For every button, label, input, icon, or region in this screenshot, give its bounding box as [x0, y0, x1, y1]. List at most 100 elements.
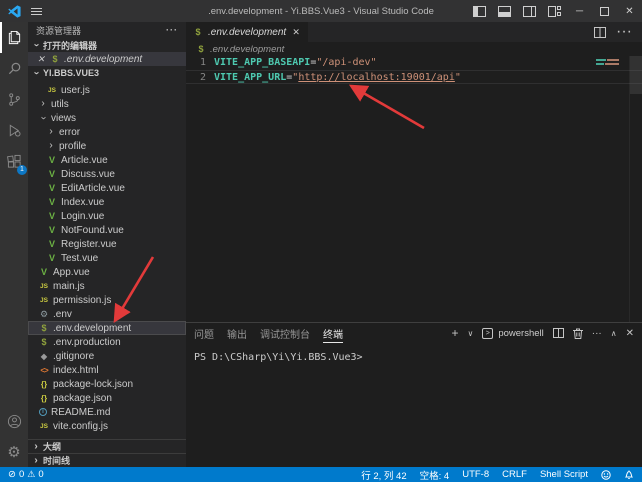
- title-bar: .env.development - Yi.BBS.Vue3 - Visual …: [0, 0, 642, 22]
- maximize-panel-icon[interactable]: ∧: [611, 329, 617, 338]
- code-line-2: 2 VITE_APP_URL="http://localhost:19001/a…: [186, 70, 642, 84]
- language-mode[interactable]: Shell Script: [540, 469, 588, 480]
- tab-debug-console[interactable]: 调试控制台: [260, 323, 310, 343]
- braces-file-icon: {}: [39, 380, 49, 389]
- chevron-down-icon: ›: [31, 69, 41, 77]
- powershell-icon: >: [482, 328, 493, 339]
- split-editor-icon[interactable]: [594, 27, 606, 38]
- toggle-secondary-sidebar-icon[interactable]: [517, 0, 542, 22]
- tree-item-views[interactable]: › views: [28, 111, 186, 125]
- minimap[interactable]: [596, 59, 626, 67]
- outline-section-header[interactable]: › 大纲: [28, 439, 186, 453]
- tree-item-index.html[interactable]: <> index.html: [28, 363, 186, 377]
- open-editor-item[interactable]: ✕ $ .env.development: [28, 52, 186, 66]
- tree-item-Article.vue[interactable]: V Article.vue: [28, 153, 186, 167]
- tree-item-EditArticle.vue[interactable]: V EditArticle.vue: [28, 181, 186, 195]
- feedback-icon[interactable]: [601, 470, 611, 480]
- tree-item-user.js[interactable]: JS user.js: [28, 83, 186, 97]
- menu-icon[interactable]: [31, 7, 42, 16]
- split-terminal-icon[interactable]: [553, 328, 564, 338]
- project-section-header[interactable]: › YI.BBS.VUE3: [28, 66, 186, 80]
- tree-item-vite.config.js[interactable]: JS vite.config.js: [28, 419, 186, 433]
- encoding[interactable]: UTF-8: [462, 469, 489, 480]
- close-panel-icon[interactable]: ✕: [626, 328, 634, 339]
- tree-item-Index.vue[interactable]: V Index.vue: [28, 195, 186, 209]
- tree-item-App.vue[interactable]: V App.vue: [28, 265, 186, 279]
- tree-item-profile[interactable]: › profile: [28, 139, 186, 153]
- status-bar: ⊘0 ⚠0 行 2, 列 42 空格: 4 UTF-8 CRLF Shell S…: [0, 467, 642, 482]
- minimize-button[interactable]: ─: [567, 0, 592, 22]
- breadcrumb[interactable]: $ .env.development: [186, 42, 642, 56]
- extensions-icon[interactable]: 1: [0, 146, 28, 177]
- editor-area: $ .env.development ✕ ··· $ .env.developm…: [186, 22, 642, 467]
- kill-terminal-icon[interactable]: [573, 328, 583, 339]
- tab-env-development[interactable]: $ .env.development ✕: [186, 22, 309, 42]
- notifications-bell-icon[interactable]: [624, 469, 634, 480]
- tree-item-package.json[interactable]: {} package.json: [28, 391, 186, 405]
- tree-item-permission.js[interactable]: JS permission.js: [28, 293, 186, 307]
- tree-item-package-lock.json[interactable]: {} package-lock.json: [28, 377, 186, 391]
- close-icon[interactable]: ✕: [36, 54, 46, 65]
- tab-output[interactable]: 输出: [227, 323, 247, 343]
- timeline-section-header[interactable]: › 时间线: [28, 453, 186, 467]
- source-control-icon[interactable]: [0, 84, 28, 115]
- js-file-icon: JS: [39, 283, 49, 290]
- chevron-right-icon: ›: [47, 141, 55, 151]
- editor-scrollbar[interactable]: [629, 56, 642, 322]
- vue-file-icon: V: [47, 197, 57, 207]
- terminal-dropdown-icon[interactable]: ∨: [467, 329, 473, 338]
- code-editor[interactable]: 1 VITE_APP_BASEAPI="/api-dev" 2 VITE_APP…: [186, 56, 642, 322]
- editor-more-actions-icon[interactable]: ···: [616, 23, 632, 41]
- tab-terminal[interactable]: 终端: [323, 323, 343, 343]
- tree-item-main.js[interactable]: JS main.js: [28, 279, 186, 293]
- explorer-more-actions-icon[interactable]: ···: [166, 25, 178, 35]
- customize-layout-icon[interactable]: [542, 0, 567, 22]
- chevron-down-icon: ›: [38, 114, 48, 122]
- settings-gear-icon[interactable]: ⚙: [0, 437, 28, 467]
- indentation[interactable]: 空格: 4: [420, 468, 450, 482]
- chevron-down-icon: ›: [31, 41, 41, 49]
- close-window-button[interactable]: ✕: [617, 0, 642, 22]
- tree-item-Test.vue[interactable]: V Test.vue: [28, 251, 186, 265]
- run-debug-icon[interactable]: [0, 115, 28, 146]
- explorer-icon[interactable]: [0, 22, 28, 53]
- toggle-panel-icon[interactable]: [492, 0, 517, 22]
- search-icon[interactable]: [0, 53, 28, 84]
- vue-file-icon: V: [47, 183, 57, 193]
- tree-item-.env[interactable]: ⚙ .env: [28, 307, 186, 321]
- tree-item-README.md[interactable]: i README.md: [28, 405, 186, 419]
- maximize-button[interactable]: [592, 0, 617, 22]
- tree-item-Register.vue[interactable]: V Register.vue: [28, 237, 186, 251]
- vue-file-icon: V: [47, 169, 57, 179]
- close-tab-icon[interactable]: ✕: [291, 27, 301, 38]
- eol-sequence[interactable]: CRLF: [502, 469, 527, 480]
- tab-bar: $ .env.development ✕ ···: [186, 22, 642, 42]
- tree-item-.env.production[interactable]: $ .env.production: [28, 335, 186, 349]
- terminal[interactable]: PS D:\CSharp\Yi\Yi.BBS.Vue3>: [186, 343, 642, 467]
- env-file-icon: $: [193, 27, 203, 37]
- panel-more-actions-icon[interactable]: ···: [592, 328, 602, 339]
- shell-label[interactable]: powershell: [498, 328, 543, 339]
- tree-item-utils[interactable]: › utils: [28, 97, 186, 111]
- cursor-position[interactable]: 行 2, 列 42: [361, 468, 406, 482]
- toggle-sidebar-icon[interactable]: [467, 0, 492, 22]
- open-editors-header[interactable]: › 打开的编辑器: [28, 38, 186, 52]
- vue-file-icon: V: [47, 239, 57, 249]
- problems-status[interactable]: ⊘0 ⚠0: [8, 469, 44, 480]
- new-terminal-icon[interactable]: +: [451, 326, 458, 340]
- scrollbar-slider[interactable]: [630, 56, 642, 94]
- tree-item-.env.development[interactable]: $ .env.development: [28, 321, 186, 335]
- tree-item-Discuss.vue[interactable]: V Discuss.vue: [28, 167, 186, 181]
- gear-file-icon: ⚙: [39, 309, 49, 320]
- terminal-prompt: PS D:\CSharp\Yi\Yi.BBS.Vue3>: [194, 352, 363, 363]
- tab-problems[interactable]: 问题: [194, 323, 214, 343]
- js-file-icon: JS: [39, 297, 49, 304]
- tree-item-error[interactable]: › error: [28, 125, 186, 139]
- tree-item-.gitignore[interactable]: ◆ .gitignore: [28, 349, 186, 363]
- dollar-file-icon: $: [39, 337, 49, 347]
- extensions-badge: 1: [17, 165, 27, 175]
- accounts-icon[interactable]: [0, 406, 28, 437]
- tree-item-NotFound.vue[interactable]: V NotFound.vue: [28, 223, 186, 237]
- tree-item-Login.vue[interactable]: V Login.vue: [28, 209, 186, 223]
- url-link[interactable]: http://localhost:19001/api: [298, 71, 455, 83]
